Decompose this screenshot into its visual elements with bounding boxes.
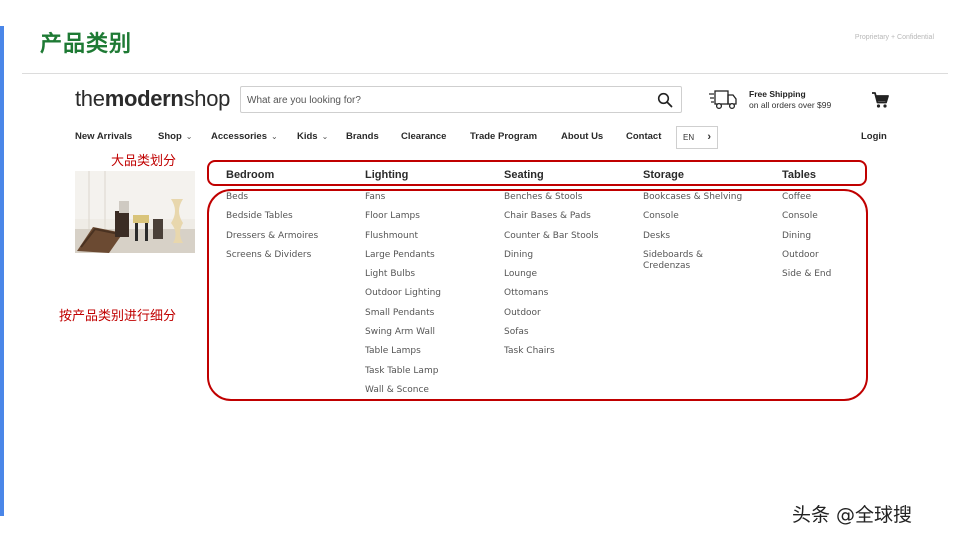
free-shipping-notice: Free Shipping on all orders over $99 [749, 89, 831, 111]
nav-label: Accessories [211, 131, 267, 142]
cart-icon[interactable] [871, 91, 889, 109]
nav-label: Trade Program [470, 131, 538, 142]
nav-label: Clearance [401, 131, 447, 142]
nav-shop[interactable]: Shop ⌄ [158, 131, 192, 142]
logo-part-shop: shop [183, 86, 231, 111]
logo-part-modern: modern [104, 86, 184, 111]
nav-label: New Arrivals [75, 131, 133, 142]
promo-image[interactable] [75, 171, 195, 253]
nav-trade-program[interactable]: Trade Program [470, 131, 537, 142]
chevron-down-icon: ⌄ [185, 132, 193, 141]
search-input[interactable] [247, 91, 642, 109]
site-logo[interactable]: themodernshop [75, 86, 230, 112]
chevron-down-icon: ⌄ [270, 132, 278, 141]
title-divider [22, 73, 948, 74]
truck-icon [709, 90, 737, 110]
watermark: 头条 @全球搜 [792, 504, 913, 526]
chevron-down-icon: ⌄ [321, 132, 329, 141]
confidential-label: Proprietary + Confidential [854, 34, 934, 41]
slide-accent-bar [0, 26, 4, 516]
shipping-subtitle: on all orders over $99 [749, 100, 832, 110]
language-code: EN [683, 133, 695, 142]
nav-new-arrivals[interactable]: New Arrivals [75, 131, 132, 142]
language-selector[interactable]: EN › [676, 126, 718, 149]
shipping-title: Free Shipping [749, 89, 806, 99]
subcategory-highlight [207, 189, 868, 401]
search-bar [240, 86, 682, 113]
nav-contact[interactable]: Contact [626, 131, 661, 142]
annotation-subcategories: 按产品类别进行细分 [59, 309, 177, 324]
slide-title: 产品类别 [40, 31, 133, 57]
nav-label: Contact [626, 131, 662, 142]
annotation-main-categories: 大品类划分 [111, 154, 177, 169]
nav-label: Brands [346, 131, 379, 142]
category-heading-highlight [207, 160, 867, 186]
login-link[interactable]: Login [861, 131, 887, 142]
nav-label: About Us [561, 131, 604, 142]
search-icon[interactable] [657, 92, 673, 108]
nav-about-us[interactable]: About Us [561, 131, 603, 142]
nav-label: Kids [297, 131, 318, 142]
nav-accessories[interactable]: Accessories ⌄ [211, 131, 278, 142]
nav-brands[interactable]: Brands [346, 131, 379, 142]
nav-clearance[interactable]: Clearance [401, 131, 446, 142]
chevron-right-icon: › [707, 131, 711, 143]
nav-label: Shop [158, 131, 182, 142]
logo-part-the: the [75, 86, 105, 111]
nav-kids[interactable]: Kids ⌄ [297, 131, 328, 142]
